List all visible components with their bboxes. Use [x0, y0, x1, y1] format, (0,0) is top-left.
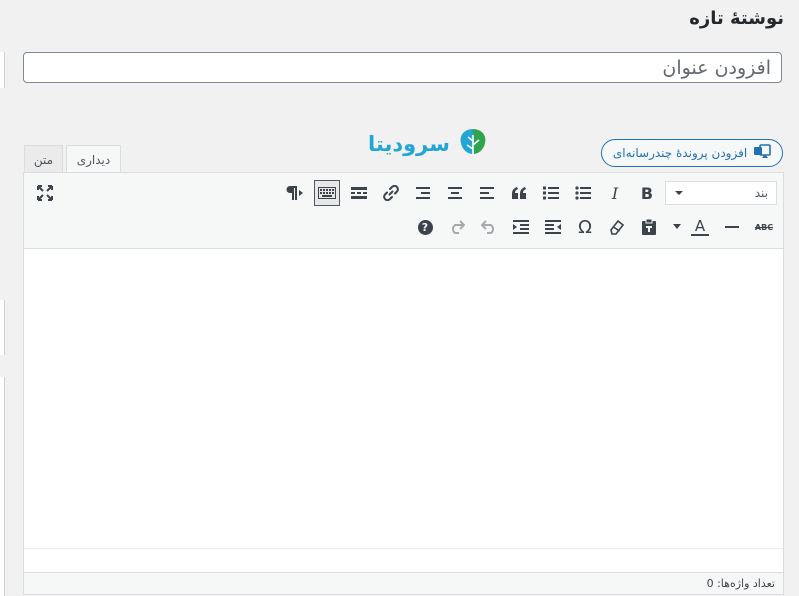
insert-link-button[interactable]: [378, 180, 404, 206]
clipboard-icon: [642, 219, 656, 235]
text-direction-button[interactable]: [282, 180, 308, 206]
pilcrow-icon: [286, 185, 304, 201]
paste-as-text-button[interactable]: [636, 214, 662, 240]
word-count: تعداد واژه‌ها: 0: [706, 577, 775, 590]
chevron-down-icon: [673, 224, 681, 230]
sidebar-edge-top: [0, 52, 5, 88]
special-character-button[interactable]: Ω: [572, 214, 598, 240]
text-color-underline: [691, 233, 709, 236]
media-icon: [753, 143, 771, 163]
editor-content-area[interactable]: [24, 249, 783, 549]
redo-button[interactable]: [444, 214, 470, 240]
post-title-input[interactable]: [23, 52, 782, 83]
eraser-icon: [609, 219, 625, 235]
undo-button[interactable]: [476, 214, 502, 240]
outdent-button[interactable]: [540, 214, 566, 240]
strikethrough-label: ABC: [754, 222, 774, 232]
strikethrough-button[interactable]: ABC: [751, 214, 777, 240]
read-more-icon: [351, 187, 367, 199]
sidebar-edge-bottom: [0, 377, 5, 596]
add-media-label: افزودن پروندهٔ چندرسانه‌ای: [612, 146, 748, 160]
link-icon: [383, 185, 399, 201]
align-center-button[interactable]: [442, 180, 468, 206]
redo-icon: [449, 220, 465, 234]
sidebar-edge-mid: [0, 300, 5, 355]
help-label: ?: [421, 220, 429, 234]
tree-leaf-icon: [456, 127, 490, 161]
help-icon: ?: [417, 219, 433, 235]
fullscreen-button[interactable]: [32, 180, 58, 206]
brand-name: سرودیتا: [368, 132, 450, 156]
text-color-label: A: [694, 216, 706, 235]
align-right-icon: [416, 187, 430, 199]
editor-toolbar: بند B I ABC A Ω ?: [24, 173, 783, 249]
italic-label: I: [611, 183, 619, 203]
indent-button[interactable]: [508, 214, 534, 240]
align-left-icon: [480, 187, 494, 199]
undo-icon: [481, 220, 497, 234]
align-right-button[interactable]: [410, 180, 436, 206]
quote-icon: [511, 187, 527, 199]
tab-text[interactable]: متن: [24, 145, 63, 173]
editor-page: نوشتهٔ تازه سرودیتا افزودن پروندهٔ چندرس…: [0, 0, 799, 596]
format-select-value: بند: [754, 186, 768, 200]
keyboard-shortcuts-button[interactable]: ?: [412, 214, 438, 240]
content-editor: بند B I: [23, 172, 784, 595]
add-media-button[interactable]: افزودن پروندهٔ چندرسانه‌ای: [601, 139, 783, 167]
italic-button[interactable]: I: [602, 180, 628, 206]
editor-resize-divider: [24, 548, 783, 549]
format-select[interactable]: بند: [665, 181, 777, 205]
editor-status-bar: تعداد واژه‌ها: 0: [24, 572, 783, 594]
numbered-list-button[interactable]: [538, 180, 564, 206]
clear-formatting-button[interactable]: [604, 214, 630, 240]
text-color-dropdown[interactable]: [669, 214, 685, 240]
align-left-button[interactable]: [474, 180, 500, 206]
tab-visual[interactable]: دیداری: [66, 145, 121, 174]
outdent-icon: [545, 220, 561, 234]
toolbar-toggle-button[interactable]: [314, 180, 340, 206]
bullet-list-button[interactable]: [570, 180, 596, 206]
page-title: نوشتهٔ تازه: [689, 8, 784, 29]
bold-label: B: [640, 183, 654, 203]
chevron-down-icon: [674, 186, 684, 200]
text-color-button[interactable]: A: [687, 214, 713, 240]
keyboard-icon: [318, 187, 336, 199]
indent-icon: [513, 220, 529, 234]
horizontal-line-button[interactable]: [719, 214, 745, 240]
bullet-list-icon: [575, 186, 591, 200]
omega-label: Ω: [578, 216, 592, 238]
blockquote-button[interactable]: [506, 180, 532, 206]
bold-button[interactable]: B: [634, 180, 660, 206]
expand-icon: [37, 185, 53, 201]
numbered-list-icon: [543, 186, 559, 200]
horizontal-line-icon: [725, 225, 739, 229]
read-more-button[interactable]: [346, 180, 372, 206]
brand-logo: سرودیتا: [368, 127, 490, 161]
align-center-icon: [448, 187, 462, 199]
